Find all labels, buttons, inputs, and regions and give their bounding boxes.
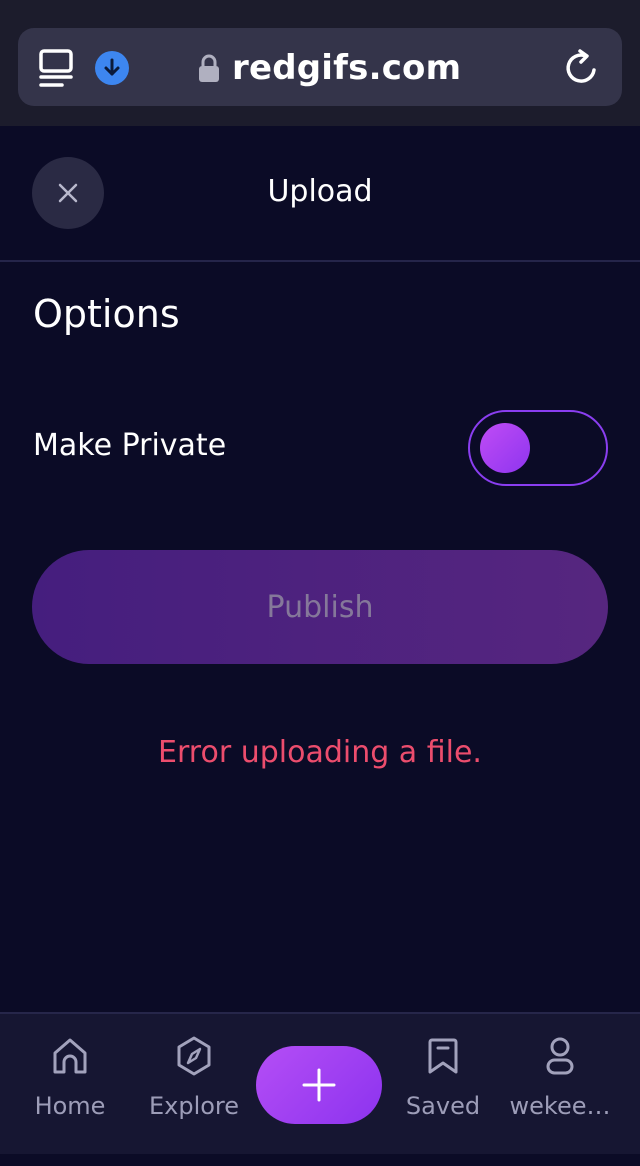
lock-icon bbox=[199, 54, 219, 82]
address-bar[interactable]: redgifs.com bbox=[18, 28, 622, 106]
bottom-nav: Home Explore Saved wekee… bbox=[0, 1012, 640, 1156]
toggle-knob bbox=[480, 423, 530, 473]
page-header: Upload bbox=[0, 126, 640, 262]
nav-item-saved[interactable]: Saved bbox=[383, 1034, 503, 1120]
nav-label-home: Home bbox=[34, 1092, 106, 1120]
make-private-label: Make Private bbox=[33, 428, 227, 463]
publish-button[interactable]: Publish bbox=[32, 550, 608, 664]
page-title: Upload bbox=[267, 174, 373, 209]
reload-icon[interactable] bbox=[562, 48, 602, 88]
user-icon bbox=[546, 1037, 574, 1075]
nav-item-home[interactable]: Home bbox=[10, 1034, 130, 1120]
compass-icon bbox=[177, 1036, 211, 1076]
download-icon[interactable] bbox=[95, 51, 129, 85]
nav-item-explore[interactable]: Explore bbox=[134, 1034, 254, 1120]
nav-item-profile[interactable]: wekee… bbox=[500, 1034, 620, 1120]
url-text: redgifs.com bbox=[232, 48, 462, 88]
nav-label-explore: Explore bbox=[148, 1092, 240, 1120]
home-icon bbox=[53, 1038, 87, 1074]
make-private-toggle[interactable] bbox=[468, 410, 608, 486]
bottom-safe-area bbox=[0, 1154, 640, 1166]
bookmark-icon bbox=[428, 1038, 458, 1074]
url-display[interactable]: redgifs.com bbox=[198, 46, 461, 90]
plus-icon bbox=[302, 1068, 336, 1102]
browser-toolbar: redgifs.com bbox=[0, 0, 640, 126]
upload-button[interactable] bbox=[256, 1046, 382, 1124]
nav-label-profile: wekee… bbox=[509, 1092, 611, 1120]
options-heading: Options bbox=[33, 292, 180, 336]
tabs-icon[interactable] bbox=[38, 48, 74, 88]
error-message: Error uploading a file. bbox=[158, 735, 482, 770]
nav-label-saved: Saved bbox=[405, 1092, 481, 1120]
